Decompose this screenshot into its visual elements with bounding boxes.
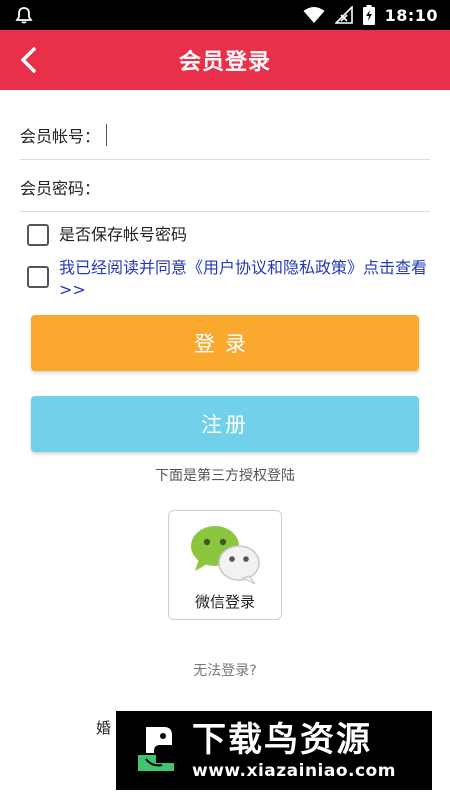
wifi-icon [303, 7, 325, 23]
save-password-checkbox[interactable] [27, 224, 49, 246]
watermark-banner: 下载鸟资源 www.xiazainiao.com [116, 711, 432, 790]
signal-icon [334, 6, 353, 24]
status-bar: 18:10 [0, 0, 450, 30]
wechat-login-label: 微信登录 [194, 593, 255, 611]
bird-logo-icon [138, 726, 174, 771]
agreement-checkbox[interactable] [27, 266, 49, 288]
wechat-icon [191, 526, 260, 585]
agreement-link[interactable]: 我已经阅读并同意《用户协议和隐私政策》点击查看>> [59, 257, 431, 301]
save-password-row: 是否保存帐号密码 [27, 224, 187, 246]
wechat-login-button[interactable]: 微信登录 [168, 510, 282, 620]
register-button[interactable]: 注册 [31, 396, 419, 452]
footer-partial-text: 婚 [96, 719, 112, 737]
watermark-brand: 下载鸟资源 [192, 719, 372, 760]
notification-icon [15, 7, 33, 24]
password-input[interactable] [104, 169, 430, 204]
account-field-row: 会员帐号： [20, 110, 430, 160]
password-label: 会员密码： [20, 178, 101, 198]
battery-icon [362, 5, 375, 25]
status-time: 18:10 [384, 5, 438, 25]
account-label: 会员帐号： [20, 126, 101, 146]
watermark-url: www.xiazainiao.com [192, 760, 396, 781]
account-input[interactable] [111, 117, 430, 152]
page-title: 会员登录 [178, 50, 271, 75]
password-field-row: 会员密码： [20, 162, 430, 212]
agreement-row: 我已经阅读并同意《用户协议和隐私政策》点击查看>> [27, 257, 431, 301]
back-button[interactable] [14, 45, 44, 75]
cannot-login-link[interactable]: 无法登录? [0, 660, 450, 680]
save-password-label: 是否保存帐号密码 [59, 225, 188, 244]
login-button[interactable]: 登录 [31, 315, 419, 371]
text-cursor [106, 123, 108, 146]
app-header: 会员登录 [0, 30, 450, 90]
third-party-label: 下面是第三方授权登陆 [155, 468, 295, 484]
